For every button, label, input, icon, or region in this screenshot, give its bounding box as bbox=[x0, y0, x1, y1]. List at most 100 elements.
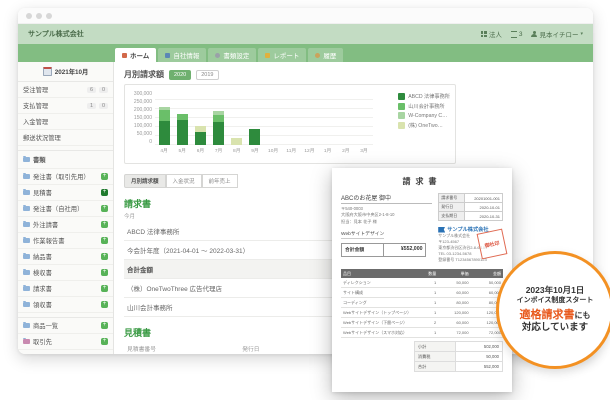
chart-bar-group: 3月 bbox=[355, 91, 373, 154]
add-icon[interactable]: + bbox=[101, 285, 108, 292]
current-month: 2021年10月 bbox=[54, 69, 89, 76]
menu-icon bbox=[510, 30, 517, 38]
sidebar-item-clients[interactable]: 取引先 + bbox=[18, 334, 113, 350]
add-icon[interactable]: + bbox=[101, 237, 108, 244]
notification-menu[interactable]: 3 bbox=[510, 30, 522, 38]
toggle-deposit-status[interactable]: 入金状況 bbox=[165, 174, 202, 188]
sidebar-item-products[interactable]: 商品一覧 + bbox=[18, 317, 113, 334]
org-switcher[interactable]: 法人 bbox=[480, 29, 502, 39]
add-icon[interactable]: + bbox=[101, 205, 108, 212]
tab-document-settings[interactable]: 書類設定 bbox=[208, 48, 257, 62]
folder-icon bbox=[23, 252, 30, 259]
sidebar-item-orders[interactable]: 受注管理 6 0 bbox=[18, 82, 113, 98]
people-icon bbox=[23, 337, 30, 344]
x-axis-label: 3月 bbox=[360, 149, 368, 154]
add-icon[interactable]: + bbox=[101, 221, 108, 228]
add-icon[interactable]: + bbox=[101, 322, 108, 329]
add-icon[interactable]: + bbox=[101, 189, 108, 196]
tab-label: ホーム bbox=[130, 53, 150, 60]
company-seal-stamp: 御社印 bbox=[476, 228, 508, 260]
sidebar-item-delivery-note[interactable]: 納品書 + bbox=[18, 249, 113, 265]
chart-bar-group: 4月 bbox=[155, 91, 173, 154]
sidebar-item-label: 入金管理 bbox=[23, 119, 49, 126]
year-2020-button[interactable]: 2020 bbox=[169, 69, 192, 80]
legend-item: (株) OneTwo… bbox=[398, 121, 450, 129]
chart-bar-group: 12月 bbox=[300, 91, 318, 154]
add-icon[interactable]: + bbox=[101, 269, 108, 276]
folder-icon bbox=[23, 236, 30, 243]
folder-icon bbox=[23, 204, 30, 211]
sidebar-item-label: 領収書 bbox=[33, 302, 52, 309]
tab-company-info[interactable]: 自社情報 bbox=[158, 48, 207, 62]
tab-history[interactable]: 履歴 bbox=[308, 48, 344, 62]
sidebar-item-label: 外注請書 bbox=[33, 222, 59, 229]
sidebar-item-label: 請求書 bbox=[33, 286, 52, 293]
add-icon[interactable]: + bbox=[101, 253, 108, 260]
sidebar-item-receipt[interactable]: 領収書 + bbox=[18, 297, 113, 313]
x-axis-label: 7月 bbox=[214, 149, 223, 154]
window-minimize-button[interactable] bbox=[36, 12, 42, 19]
sidebar-item-label: 発注書（自社用） bbox=[33, 206, 84, 213]
window-close-button[interactable] bbox=[26, 12, 32, 19]
folder-icon bbox=[23, 300, 30, 307]
year-2019-button[interactable]: 2019 bbox=[196, 69, 219, 80]
add-icon[interactable]: + bbox=[101, 301, 108, 308]
company-name: サンプル株式会社 bbox=[28, 31, 84, 38]
count-badge: 1 bbox=[87, 102, 96, 109]
chart-y-axis: 0 50,000 100,000 150,000 200,000 250,000… bbox=[133, 91, 152, 145]
sidebar-item-invoice[interactable]: 請求書 + bbox=[18, 281, 113, 297]
tab-home[interactable]: ホーム bbox=[115, 48, 157, 62]
sidebar-item-subcontract[interactable]: 外注請書 + bbox=[18, 217, 113, 233]
x-axis-label: 12月 bbox=[304, 149, 315, 154]
invoice-item-row: ディレクション 1 50,000 50,000 bbox=[341, 278, 503, 288]
chart-bar-group: 10月 bbox=[264, 91, 282, 154]
sidebar-item-deposits[interactable]: 入金管理 bbox=[18, 114, 113, 130]
folder-icon bbox=[23, 284, 30, 291]
sidebar-item-estimate[interactable]: 見積書 + bbox=[18, 185, 113, 201]
user-name: 見本イチロー bbox=[539, 32, 579, 39]
sidebar-item-label: 郵送状況管理 bbox=[23, 135, 61, 142]
sidebar-item-work-report[interactable]: 作業報告書 + bbox=[18, 233, 113, 249]
badge-suffix: にも bbox=[574, 310, 591, 320]
sidebar-section-documents: 書類 bbox=[18, 150, 113, 169]
count-badge: 0 bbox=[99, 86, 108, 93]
chart-icon bbox=[265, 52, 271, 58]
clock-icon bbox=[315, 52, 321, 58]
x-axis-label: 11月 bbox=[286, 149, 297, 154]
window-zoom-button[interactable] bbox=[46, 12, 52, 19]
invoice-recipient: ABCのお花屋 御中 bbox=[341, 193, 432, 204]
sidebar-item-label: 作業報告書 bbox=[33, 238, 65, 245]
tab-label: レポート bbox=[273, 53, 300, 60]
invoice-item-row: サイト構成 1 60,000 60,000 bbox=[341, 287, 503, 298]
sidebar-item-purchase-order-own[interactable]: 発注書（自社用） + bbox=[18, 201, 113, 217]
x-axis-label: 10月 bbox=[268, 149, 279, 154]
invoice-document-preview: 請求書 ABCのお花屋 御中 〒540-0003 大阪府大阪市中央区2-1-8-… bbox=[332, 168, 512, 392]
user-menu[interactable]: 見本イチロー ▾ bbox=[531, 29, 583, 39]
sidebar-item-payments[interactable]: 支払管理 1 0 bbox=[18, 98, 113, 114]
invoice-item-row: Webサイトデザイン（下層ページ） 2 60,000 120,000 bbox=[341, 317, 503, 328]
window-titlebar bbox=[18, 8, 593, 24]
sidebar-item-label: 商品一覧 bbox=[33, 323, 59, 330]
monthly-invoice-chart: 0 50,000 100,000 150,000 200,000 250,000… bbox=[124, 84, 456, 164]
sidebar-item-members[interactable]: メンバー + bbox=[18, 350, 113, 354]
toggle-prev-year-sales[interactable]: 前年売上 bbox=[201, 174, 238, 188]
sidebar-item-label: 見積書 bbox=[33, 190, 52, 197]
add-icon[interactable]: + bbox=[101, 338, 108, 345]
tab-report[interactable]: レポート bbox=[258, 48, 307, 62]
legend-swatch bbox=[398, 112, 406, 119]
sidebar-month-selector[interactable]: 2021年10月 bbox=[18, 62, 113, 82]
folder-icon bbox=[23, 172, 30, 179]
toggle-monthly-invoice[interactable]: 月別請求額 bbox=[124, 174, 166, 188]
count-badge: 0 bbox=[99, 102, 108, 109]
sidebar-item-purchase-order-client[interactable]: 発注書（取引先用） + bbox=[18, 169, 113, 185]
total-label: 合計金額 bbox=[342, 243, 385, 256]
sidebar-item-acceptance[interactable]: 検収書 + bbox=[18, 265, 113, 281]
add-icon[interactable]: + bbox=[101, 173, 108, 180]
tab-label: 履歴 bbox=[323, 53, 337, 60]
invoice-meta-table: 請求番号 20201001-001 発行日 2020-10-01 支払期日 2020-… bbox=[438, 193, 503, 221]
chart-bar-group: 7月 bbox=[210, 91, 228, 154]
sidebar-item-mailing[interactable]: 郵送状況管理 bbox=[18, 130, 113, 146]
sidebar-item-label: メンバー bbox=[33, 353, 98, 354]
x-axis-label: 6月 bbox=[196, 149, 205, 154]
folder-icon bbox=[23, 188, 30, 195]
